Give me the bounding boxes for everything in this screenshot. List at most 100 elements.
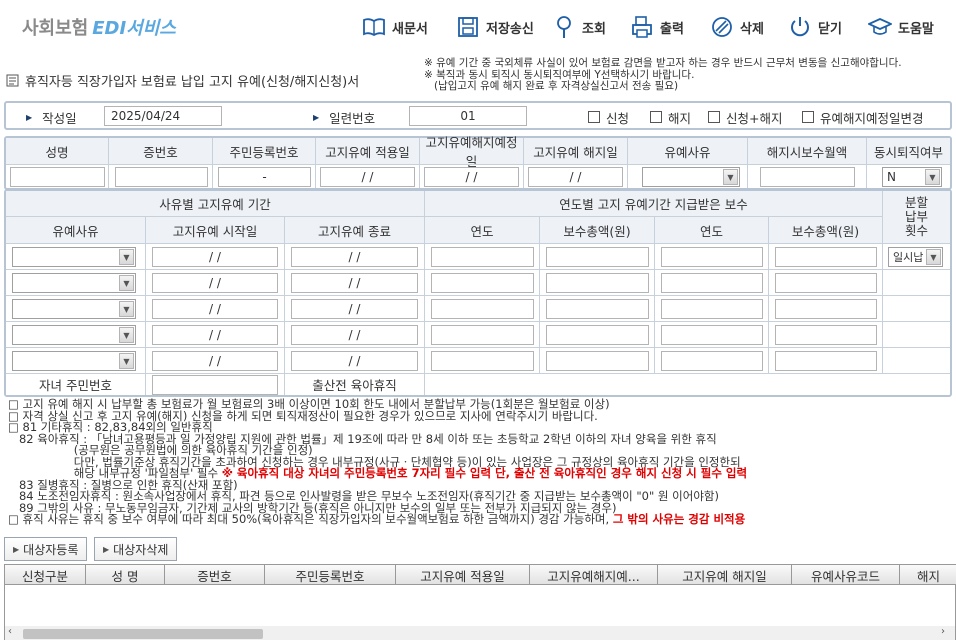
chevron-down-icon: ▼ bbox=[926, 249, 941, 265]
grid-col-cancel[interactable]: 해지 bbox=[900, 565, 956, 585]
register-target-button[interactable]: ▶ 대상자등록 bbox=[4, 537, 88, 561]
checkbox-icon bbox=[588, 111, 600, 123]
delete-icon bbox=[712, 17, 732, 37]
end-date-row5[interactable]: / / bbox=[291, 351, 418, 371]
col-year-2: 연도 bbox=[655, 217, 768, 243]
grid-col-cancel-date[interactable]: 고지유예 해지일 bbox=[658, 565, 792, 585]
serial-label: ▶ 일련번호 bbox=[313, 110, 376, 126]
cancel-date-input[interactable]: / / bbox=[528, 167, 623, 187]
date-label: ▶ 작성일 bbox=[26, 110, 77, 126]
pay-total-input[interactable] bbox=[775, 299, 877, 319]
pay-total-input[interactable] bbox=[775, 325, 877, 345]
pay-total-input[interactable] bbox=[546, 247, 649, 267]
year-input[interactable] bbox=[661, 247, 763, 267]
grid-col-expected-cancel-date[interactable]: 고지유예해지예... bbox=[530, 565, 658, 585]
simultaneous-retire-select[interactable]: N ▼ bbox=[882, 167, 942, 187]
year-input[interactable] bbox=[661, 299, 763, 319]
pay-total-input[interactable] bbox=[546, 351, 649, 371]
print-button[interactable]: 출력 bbox=[630, 14, 684, 40]
year-input[interactable] bbox=[431, 247, 534, 267]
search-pin-icon bbox=[557, 16, 571, 38]
pay-total-input[interactable] bbox=[546, 273, 649, 293]
monthly-pay-input[interactable] bbox=[760, 167, 855, 187]
person-table: 성명 증번호 주민등록번호 고지유예 적용일 고지유예해지예정일 고지유예 해지… bbox=[4, 135, 952, 190]
year-input[interactable] bbox=[431, 325, 534, 345]
printer-icon bbox=[632, 16, 652, 38]
installment-select[interactable]: 일시납 ▼ bbox=[888, 247, 943, 267]
scroll-left-icon[interactable]: ‹ bbox=[8, 626, 12, 637]
child-rrn-input[interactable] bbox=[152, 375, 278, 395]
name-input[interactable] bbox=[10, 167, 105, 187]
chevron-down-icon: ▼ bbox=[119, 275, 134, 291]
pay-total-input[interactable] bbox=[775, 273, 877, 293]
remove-target-button[interactable]: ▶ 대상자삭제 bbox=[94, 537, 178, 561]
col-installment: 분할 납부 횟수 bbox=[883, 191, 950, 243]
year-input[interactable] bbox=[661, 325, 763, 345]
year-input[interactable] bbox=[431, 273, 534, 293]
end-date-row4[interactable]: / / bbox=[291, 325, 418, 345]
reason-select-row2[interactable]: ▼ bbox=[12, 273, 136, 293]
start-date-row4[interactable]: / / bbox=[152, 325, 278, 345]
pay-total-input[interactable] bbox=[775, 351, 877, 371]
pay-total-input[interactable] bbox=[775, 247, 877, 267]
warning-text: 그 밖의 사유는 경감 비적용 bbox=[612, 512, 746, 526]
app-logo: 사회보험 EDI서비스 bbox=[22, 18, 176, 39]
scrollbar-thumb[interactable] bbox=[23, 629, 263, 639]
col-cancel-date: 고지유예 해지일 bbox=[524, 138, 627, 164]
end-date-row3[interactable]: / / bbox=[291, 299, 418, 319]
checkbox-icon bbox=[802, 111, 814, 123]
checkbox-apply-cancel[interactable]: 신청+해지 bbox=[708, 107, 782, 127]
col-year-1: 연도 bbox=[425, 217, 539, 243]
apply-date-input[interactable]: / / bbox=[320, 167, 415, 187]
reason-select-row5[interactable]: ▼ bbox=[12, 351, 136, 371]
start-date-row2[interactable]: / / bbox=[152, 273, 278, 293]
search-button[interactable]: 조회 bbox=[552, 14, 606, 40]
start-date-row5[interactable]: / / bbox=[152, 351, 278, 371]
grid-col-name[interactable]: 성 명 bbox=[86, 565, 165, 585]
reason-select-row1[interactable]: ▼ bbox=[12, 247, 136, 267]
reason-select-row4[interactable]: ▼ bbox=[12, 325, 136, 345]
chevron-down-icon: ▼ bbox=[925, 169, 940, 185]
card-no-input[interactable] bbox=[115, 167, 208, 187]
chevron-down-icon: ▼ bbox=[119, 327, 134, 343]
serial-input[interactable]: 01 bbox=[409, 106, 527, 126]
rrn-input[interactable]: - bbox=[218, 167, 311, 187]
checkbox-change-date[interactable]: 유예해지예정일변경 bbox=[802, 107, 924, 127]
checkbox-cancel[interactable]: 해지 bbox=[650, 107, 691, 127]
expected-cancel-date-input[interactable]: / / bbox=[424, 167, 519, 187]
delete-button[interactable]: 삭제 bbox=[710, 14, 764, 40]
date-input[interactable]: 2025/04/24 bbox=[104, 106, 222, 126]
horizontal-scrollbar[interactable]: ‹ › bbox=[5, 626, 955, 640]
pay-total-input[interactable] bbox=[546, 299, 649, 319]
start-date-row1[interactable]: / / bbox=[152, 247, 278, 267]
grid-col-rrn[interactable]: 주민등록번호 bbox=[265, 565, 396, 585]
col-monthly-pay: 해지시보수월액 bbox=[748, 138, 866, 164]
target-grid: 신청구분 성 명 증번호 주민등록번호 고지유예 적용일 고지유예해지예... … bbox=[4, 564, 956, 640]
grid-col-apply-date[interactable]: 고지유예 적용일 bbox=[396, 565, 530, 585]
help-button[interactable]: 도움말 bbox=[868, 14, 934, 40]
grid-col-card-no[interactable]: 증번호 bbox=[165, 565, 265, 585]
col-apply-date: 고지유예 적용일 bbox=[316, 138, 419, 164]
col-expected-cancel-date: 고지유예해지예정일 bbox=[420, 135, 523, 169]
app-header: 사회보험 EDI서비스 새문서 저장송신 조회 출력 삭제 닫기 도움말 bbox=[0, 0, 956, 56]
year-input[interactable] bbox=[661, 351, 763, 371]
year-input[interactable] bbox=[661, 273, 763, 293]
start-date-row3[interactable]: / / bbox=[152, 299, 278, 319]
new-document-button[interactable]: 새문서 bbox=[362, 14, 428, 40]
year-input[interactable] bbox=[431, 351, 534, 371]
reason-select-row3[interactable]: ▼ bbox=[12, 299, 136, 319]
save-send-button[interactable]: 저장송신 bbox=[456, 14, 534, 40]
grid-col-reason-code[interactable]: 유예사유코드 bbox=[792, 565, 900, 585]
col-rrn: 주민등록번호 bbox=[213, 138, 315, 164]
year-input[interactable] bbox=[431, 299, 534, 319]
pay-total-input[interactable] bbox=[546, 325, 649, 345]
col-name: 성명 bbox=[6, 138, 108, 164]
grid-col-request-type[interactable]: 신청구분 bbox=[5, 565, 86, 585]
reason-select[interactable]: ▼ bbox=[642, 167, 740, 187]
end-date-row1[interactable]: / / bbox=[291, 247, 418, 267]
scroll-right-icon[interactable]: › bbox=[941, 626, 945, 637]
close-button[interactable]: 닫기 bbox=[788, 14, 842, 40]
checkbox-apply[interactable]: 신청 bbox=[588, 107, 629, 127]
col-start-date: 고지유예 시작일 bbox=[146, 217, 284, 243]
end-date-row2[interactable]: / / bbox=[291, 273, 418, 293]
